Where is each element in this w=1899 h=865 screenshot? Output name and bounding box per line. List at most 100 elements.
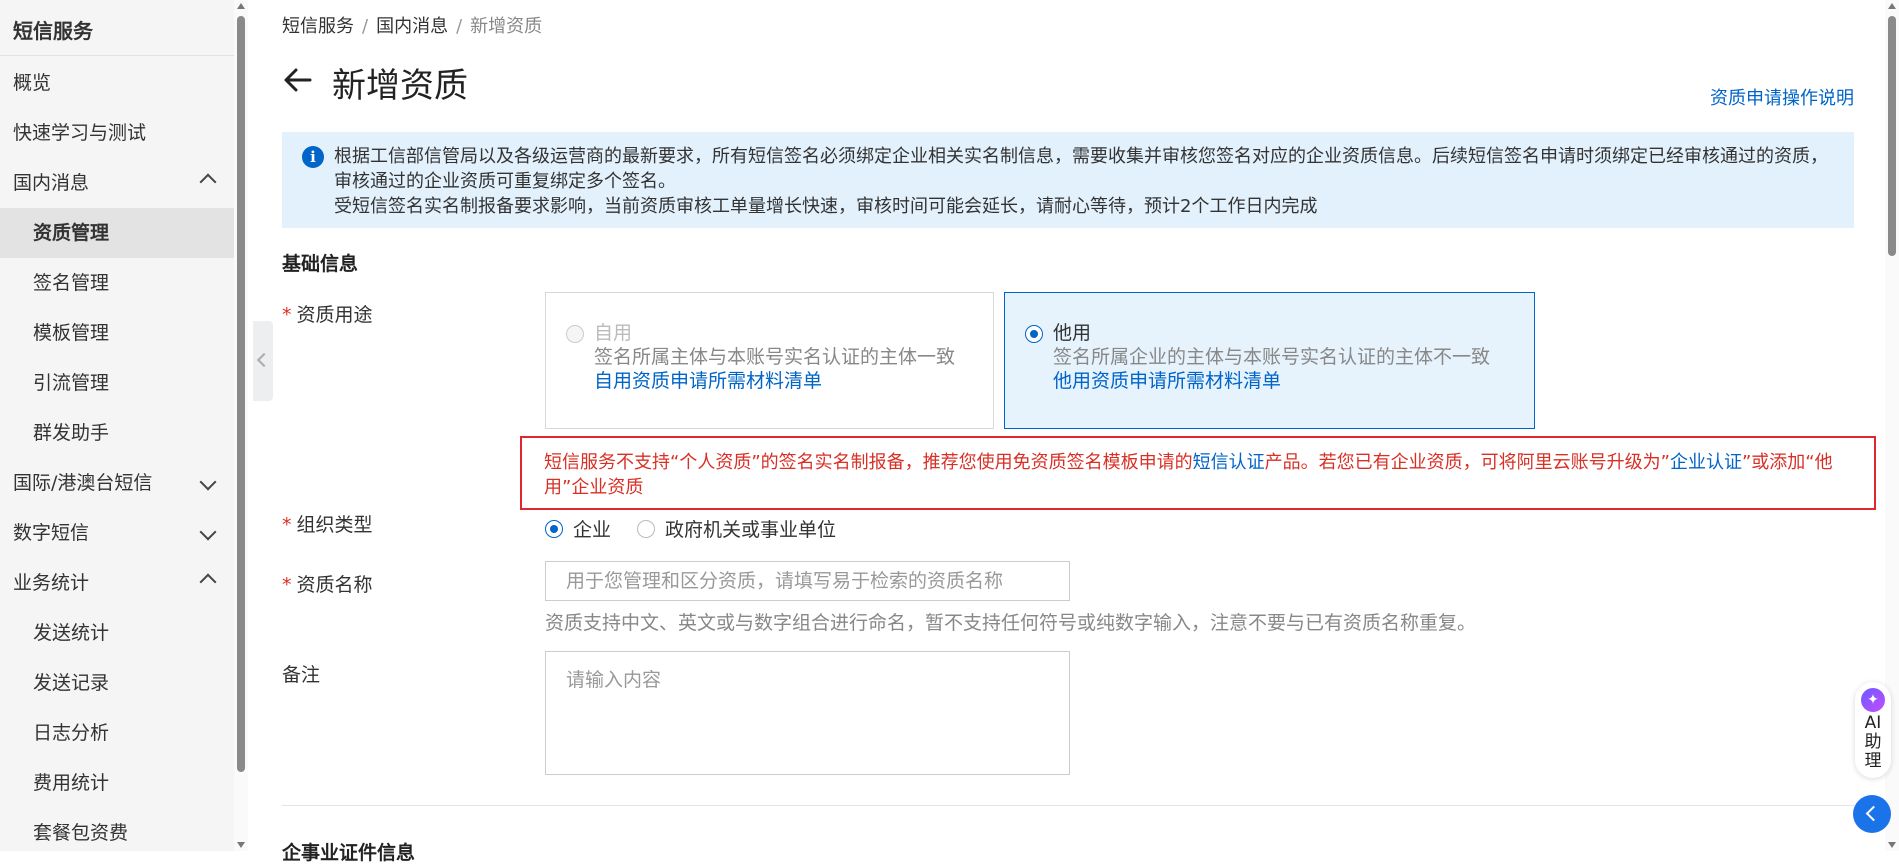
remark-textarea[interactable]: [545, 651, 1070, 775]
sidebar-group-international[interactable]: 国际/港澳台短信: [0, 458, 234, 508]
org-type-radio-group: 企业 政府机关或事业单位: [545, 515, 862, 542]
org-type-government-label: 政府机关或事业单位: [665, 519, 837, 541]
scroll-down-arrow-icon[interactable]: [237, 842, 245, 848]
sidebar-item-signature[interactable]: 签名管理: [0, 258, 234, 308]
sidebar-item-traffic[interactable]: 引流管理: [0, 358, 234, 408]
org-type-label-text: 组织类型: [296, 514, 373, 536]
usage-option-self[interactable]: 自用 签名所属主体与本账号实名认证的主体一致 自用资质申请所需材料清单: [545, 292, 994, 429]
breadcrumb: 短信服务 / 国内消息 / 新增资质: [282, 12, 542, 38]
sidebar-item-send-stats[interactable]: 发送统计: [0, 608, 234, 658]
qualification-name-label: * 资质名称: [282, 570, 373, 597]
sidebar-item-template[interactable]: 模板管理: [0, 308, 234, 358]
sms-auth-link[interactable]: 短信认证: [1193, 452, 1265, 473]
radio-government[interactable]: [637, 519, 656, 538]
sidebar-collapse-toggle[interactable]: [253, 321, 273, 401]
sidebar-item-label: 套餐包资费: [33, 822, 129, 844]
qualification-name-label-text: 资质名称: [296, 574, 373, 596]
sidebar-item-overview[interactable]: 概览: [0, 58, 234, 108]
chevron-up-icon: [199, 558, 217, 608]
org-type-label: * 组织类型: [282, 510, 373, 537]
help-link[interactable]: 资质申请操作说明: [1710, 84, 1854, 110]
required-asterisk: *: [282, 574, 292, 596]
enterprise-auth-link[interactable]: 企业认证: [1670, 452, 1742, 473]
usage-label-text: 资质用途: [296, 304, 373, 326]
sidebar-group-domestic[interactable]: 国内消息: [0, 158, 234, 208]
qualification-name-hint: 资质支持中文、英文或与数字组合进行命名，暂不支持任何符号或纯数字输入，注意不要与…: [545, 612, 1477, 634]
chevron-down-icon: [199, 458, 217, 508]
sidebar-title: 短信服务: [0, 0, 234, 56]
sidebar-item-label: 模板管理: [33, 322, 110, 344]
info-icon: i: [302, 146, 324, 168]
warning-text: 产品。若您已有企业资质，可将阿里云账号升级为”: [1264, 452, 1670, 473]
section-title-basic: 基础信息: [282, 253, 359, 275]
option-other-desc: 签名所属企业的主体与本账号实名认证的主体不一致: [1053, 346, 1491, 368]
scroll-up-arrow-icon[interactable]: [237, 3, 245, 9]
sidebar-item-label: 数字短信: [13, 522, 90, 544]
sidebar-item-cost-stats[interactable]: 费用统计: [0, 758, 234, 808]
breadcrumb-item-current: 新增资质: [470, 16, 543, 37]
sidebar-item-label: 签名管理: [33, 272, 110, 294]
radio-enterprise[interactable]: [545, 519, 563, 538]
sidebar-item-label: 资质管理: [33, 222, 110, 244]
section-divider: [282, 805, 1854, 806]
notice-text-line2: 受短信签名实名制报备要求影响，当前资质审核工单量增长快速，审核时间可能会延长，请…: [334, 196, 1318, 217]
chevron-left-icon: [256, 352, 272, 368]
breadcrumb-separator: /: [362, 16, 369, 37]
sidebar-item-label: 发送记录: [33, 672, 110, 694]
breadcrumb-item-sms[interactable]: 短信服务: [282, 16, 354, 37]
qualification-name-input[interactable]: [545, 561, 1070, 601]
radio-other[interactable]: [1025, 325, 1043, 343]
back-arrow-icon[interactable]: [282, 64, 314, 96]
usage-option-other[interactable]: 他用 签名所属企业的主体与本账号实名认证的主体不一致 他用资质申请所需材料清单: [1004, 292, 1535, 429]
page-title: 新增资质: [332, 66, 468, 106]
sidebar-scrollbar[interactable]: [234, 0, 248, 851]
required-asterisk: *: [282, 304, 292, 326]
org-type-enterprise-label: 企业: [573, 519, 612, 541]
sparkle-icon: ✦: [1861, 688, 1885, 712]
option-other-title: 他用: [1053, 322, 1092, 344]
sidebar-item-label: 群发助手: [33, 422, 110, 444]
chevron-down-icon: [199, 508, 217, 558]
option-self-desc: 签名所属主体与本账号实名认证的主体一致: [594, 346, 956, 368]
required-asterisk: *: [282, 514, 292, 536]
section-title-certificate: 企事业证件信息: [282, 842, 416, 864]
warning-text: 短信服务不支持“个人资质”的签名实名制报备，推荐您使用免资质签名模板申请的: [544, 452, 1193, 473]
ai-assistant-button[interactable]: ✦ AI助理: [1855, 682, 1891, 778]
sidebar-item-qualification[interactable]: 资质管理: [0, 208, 234, 258]
sidebar-item-send-records[interactable]: 发送记录: [0, 658, 234, 708]
sidebar-item-label: 概览: [13, 72, 52, 94]
breadcrumb-item-domestic[interactable]: 国内消息: [376, 16, 448, 37]
sidebar-group-digital[interactable]: 数字短信: [0, 508, 234, 558]
ai-assistant-label: AI助理: [1864, 713, 1882, 771]
sidebar-item-label: 快速学习与测试: [13, 122, 147, 144]
breadcrumb-separator: /: [456, 16, 463, 37]
sidebar-item-log-analysis[interactable]: 日志分析: [0, 708, 234, 758]
sidebar-item-label: 费用统计: [33, 772, 110, 794]
sidebar-item-label: 引流管理: [33, 372, 110, 394]
scroll-down-arrow-icon[interactable]: [1888, 842, 1896, 848]
sidebar-item-label: 发送统计: [33, 622, 110, 644]
chevron-up-icon: [199, 158, 217, 208]
collapse-panel-button[interactable]: [1853, 795, 1891, 833]
radio-self[interactable]: [566, 325, 584, 343]
org-type-government[interactable]: 政府机关或事业单位: [637, 515, 836, 542]
sidebar-item-label: 日志分析: [33, 722, 110, 744]
sidebar-item-bulk-send[interactable]: 群发助手: [0, 408, 234, 458]
option-other-materials-link[interactable]: 他用资质申请所需材料清单: [1053, 369, 1514, 393]
sidebar-item-label: 国际/港澳台短信: [13, 472, 153, 494]
remark-label: 备注: [282, 664, 321, 686]
sidebar-group-stats[interactable]: 业务统计: [0, 558, 234, 608]
usage-label: * 资质用途: [282, 300, 373, 327]
main-scroll-thumb[interactable]: [1888, 16, 1896, 256]
scroll-up-arrow-icon[interactable]: [1888, 3, 1896, 9]
sidebar-scroll-thumb[interactable]: [237, 16, 245, 772]
sidebar-item-label: 国内消息: [13, 172, 90, 194]
option-self-materials-link[interactable]: 自用资质申请所需材料清单: [594, 369, 973, 393]
info-notice: i 根据工信部信管局以及各级运营商的最新要求，所有短信签名必须绑定企业相关实名制…: [282, 132, 1854, 228]
option-self-title: 自用: [594, 322, 633, 344]
org-type-enterprise[interactable]: 企业: [545, 515, 611, 542]
sidebar-item-label: 业务统计: [13, 572, 90, 594]
notice-text-line1: 根据工信部信管局以及各级运营商的最新要求，所有短信签名必须绑定企业相关实名制信息…: [334, 146, 1828, 192]
sidebar-item-quickstart[interactable]: 快速学习与测试: [0, 108, 234, 158]
personal-qualification-warning: 短信服务不支持“个人资质”的签名实名制报备，推荐您使用免资质签名模板申请的短信认…: [520, 436, 1876, 510]
